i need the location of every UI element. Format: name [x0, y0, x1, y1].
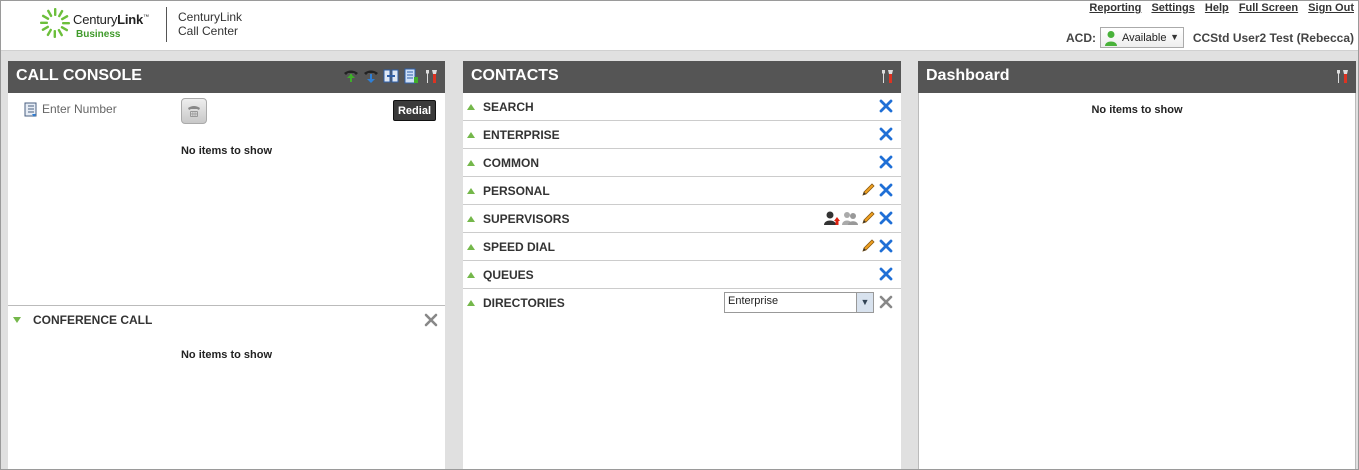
acd-status-dropdown[interactable]: Available ▼ — [1100, 27, 1184, 48]
centurylink-logo: CenturyLink™ Business — [39, 7, 164, 43]
conference-call-section: CONFERENCE CALL No items to show — [8, 305, 445, 361]
conference-empty-text: No items to show — [180, 349, 273, 361]
settings-tools-icon[interactable] — [1334, 68, 1350, 84]
chevron-down-icon: ▼ — [1170, 32, 1179, 42]
transfer-icon[interactable] — [383, 68, 399, 84]
phonebook-icon[interactable] — [23, 102, 39, 118]
dashboard-panel: Dashboard No items to show — [918, 61, 1356, 469]
close-icon[interactable] — [878, 294, 894, 310]
row-label: SUPERVISORS — [483, 212, 570, 226]
call-console-header: CALL CONSOLE — [8, 61, 445, 93]
row-label: ENTERPRISE — [483, 128, 560, 142]
row-label: PERSONAL — [483, 184, 550, 198]
expand-triangle-icon[interactable] — [467, 244, 475, 250]
expand-triangle-icon[interactable] — [467, 216, 475, 222]
dashboard-tools — [1334, 68, 1350, 84]
escalate-supervisor-icon[interactable] — [824, 210, 840, 226]
user-available-icon — [1105, 30, 1117, 46]
pencil-edit-icon[interactable] — [860, 182, 876, 198]
acd-status-value: Available — [1122, 31, 1167, 44]
dial-row: Redial — [8, 93, 445, 125]
chevron-down-icon[interactable]: ▼ — [856, 293, 873, 312]
panel-title: CONTACTS — [471, 67, 559, 84]
pencil-edit-icon[interactable] — [860, 210, 876, 226]
help-link[interactable]: Help — [1205, 2, 1229, 14]
conference-call-header[interactable]: CONFERENCE CALL — [8, 306, 445, 334]
row-label: QUEUES — [483, 268, 534, 282]
sign-out-link[interactable]: Sign Out — [1308, 2, 1354, 14]
contacts-row-enterprise[interactable]: ENTERPRISE — [463, 121, 901, 149]
logo-burst-icon — [40, 8, 70, 38]
contacts-row-personal[interactable]: PERSONAL — [463, 177, 901, 205]
settings-tools-icon[interactable] — [879, 68, 895, 84]
expand-triangle-icon[interactable] — [467, 104, 475, 110]
row-label: SPEED DIAL — [483, 240, 556, 254]
expand-triangle-icon[interactable] — [467, 160, 475, 166]
call-console-tools — [343, 68, 439, 84]
supervisor-group-icon[interactable] — [842, 210, 858, 226]
row-label: COMMON — [483, 156, 539, 170]
phone-green-icon[interactable] — [343, 68, 359, 84]
dashboard-header: Dashboard — [918, 61, 1356, 93]
close-icon[interactable] — [878, 266, 894, 282]
directory-select[interactable]: Enterprise ▼ — [724, 292, 874, 313]
row-label: DIRECTORIES — [483, 296, 565, 310]
close-icon[interactable] — [878, 182, 894, 198]
contacts-tools — [879, 68, 895, 84]
close-icon[interactable] — [878, 154, 894, 170]
close-icon[interactable] — [878, 126, 894, 142]
expand-triangle-icon[interactable] — [467, 188, 475, 194]
expand-triangle-icon[interactable] — [467, 132, 475, 138]
phone-blue-icon[interactable] — [363, 68, 379, 84]
close-icon[interactable] — [878, 238, 894, 254]
logo-divider — [166, 7, 167, 42]
contacts-row-directories[interactable]: DIRECTORIES Enterprise ▼ — [463, 289, 901, 317]
directory-select-value: Enterprise — [728, 295, 779, 307]
collapse-triangle-icon[interactable] — [13, 317, 21, 323]
expand-triangle-icon[interactable] — [467, 300, 475, 306]
directory-icon[interactable] — [403, 68, 419, 84]
product-name: CenturyLink Call Center — [178, 10, 243, 38]
contacts-row-speed-dial[interactable]: SPEED DIAL — [463, 233, 901, 261]
dashboard-empty-text: No items to show — [1091, 104, 1183, 116]
user-name: CCStd User2 Test (Rebecca) — [1192, 31, 1354, 45]
settings-link[interactable]: Settings — [1151, 2, 1194, 14]
app-frame: CenturyLink™ Business CenturyLink Call C… — [0, 0, 1359, 470]
call-console-empty-text: No items to show — [180, 145, 273, 157]
contacts-row-search[interactable]: SEARCH — [463, 93, 901, 121]
dial-button[interactable] — [181, 98, 207, 124]
contacts-row-supervisors[interactable]: SUPERVISORS — [463, 205, 901, 233]
call-console-panel: CALL CONSOLE Enter Number Redial No item… — [8, 61, 445, 469]
panel-title: Dashboard — [926, 67, 1010, 84]
close-icon[interactable] — [878, 98, 894, 114]
top-bar: CenturyLink™ Business CenturyLink Call C… — [1, 1, 1358, 51]
contacts-panel: CONTACTS SEARCH ENTERPRISE COMMON PERSON… — [463, 61, 901, 469]
row-label: SEARCH — [483, 100, 534, 114]
dashboard-body: No items to show — [918, 93, 1356, 469]
enter-number-input[interactable] — [42, 99, 172, 119]
redial-button[interactable]: Redial — [392, 100, 436, 121]
contacts-row-queues[interactable]: QUEUES — [463, 261, 901, 289]
settings-tools-icon[interactable] — [423, 68, 439, 84]
contacts-header: CONTACTS — [463, 61, 901, 93]
conference-call-title: CONFERENCE CALL — [33, 313, 153, 327]
panel-title: CALL CONSOLE — [16, 67, 142, 84]
logo-subtitle: Business — [76, 29, 121, 40]
close-icon[interactable] — [423, 312, 439, 328]
close-icon[interactable] — [878, 210, 894, 226]
logo-wordmark: CenturyLink™ — [73, 12, 149, 27]
reporting-link[interactable]: Reporting — [1089, 2, 1141, 14]
expand-triangle-icon[interactable] — [467, 272, 475, 278]
contacts-row-common[interactable]: COMMON — [463, 149, 901, 177]
top-links: Reporting Settings Help Full Screen Sign… — [1082, 2, 1354, 14]
acd-label: ACD: — [1066, 31, 1096, 45]
phone-icon — [188, 106, 200, 117]
full-screen-link[interactable]: Full Screen — [1239, 2, 1298, 14]
pencil-edit-icon[interactable] — [860, 238, 876, 254]
